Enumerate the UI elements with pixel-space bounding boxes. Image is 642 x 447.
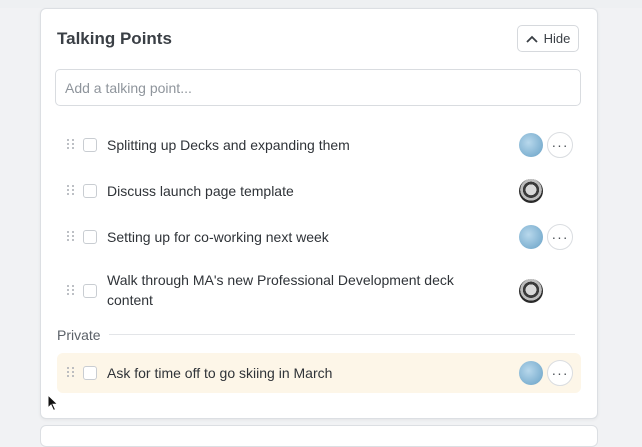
add-talking-point-input[interactable] (55, 69, 581, 106)
drag-handle-icon[interactable] (67, 285, 77, 297)
hide-button[interactable]: Hide (517, 25, 579, 52)
mouse-cursor-icon (47, 394, 59, 412)
more-options-button[interactable]: ··· (547, 132, 573, 158)
talking-point-row: Splitting up Decks and expanding them ··… (57, 125, 581, 165)
talking-point-text[interactable]: Walk through MA's new Professional Devel… (107, 270, 477, 310)
drag-handle-icon[interactable] (67, 367, 77, 379)
talking-point-text[interactable]: Splitting up Decks and expanding them (107, 135, 477, 155)
talking-point-text[interactable]: Ask for time off to go skiing in March (107, 363, 477, 383)
more-options-button[interactable]: ··· (547, 224, 573, 250)
hide-label: Hide (543, 31, 571, 46)
talking-point-row: Walk through MA's new Professional Devel… (57, 263, 581, 319)
chevron-up-icon (525, 35, 538, 43)
avatar (519, 225, 543, 249)
avatar (519, 133, 543, 157)
background-strip (0, 0, 642, 8)
talking-point-text[interactable]: Discuss launch page template (107, 181, 477, 201)
talking-point-row: Ask for time off to go skiing in March ·… (57, 353, 581, 393)
panel-title: Talking Points (57, 29, 172, 48)
section-divider (109, 334, 575, 335)
talking-point-text[interactable]: Setting up for co-working next week (107, 227, 477, 247)
talking-points-panel: Talking Points Hide Splitting up Decks a… (40, 8, 598, 419)
talking-point-checkbox[interactable] (83, 230, 97, 244)
talking-point-checkbox[interactable] (83, 138, 97, 152)
avatar (519, 279, 543, 303)
avatar (519, 361, 543, 385)
drag-handle-icon[interactable] (67, 185, 77, 197)
drag-handle-icon[interactable] (67, 139, 77, 151)
talking-point-row: Discuss launch page template (57, 171, 581, 211)
talking-point-row: Setting up for co-working next week ··· (57, 217, 581, 257)
next-panel (40, 425, 598, 447)
more-options-button[interactable]: ··· (547, 360, 573, 386)
private-section-label: Private (57, 327, 101, 343)
talking-point-checkbox[interactable] (83, 366, 97, 380)
talking-point-checkbox[interactable] (83, 184, 97, 198)
talking-point-checkbox[interactable] (83, 284, 97, 298)
avatar (519, 179, 543, 203)
drag-handle-icon[interactable] (67, 231, 77, 243)
